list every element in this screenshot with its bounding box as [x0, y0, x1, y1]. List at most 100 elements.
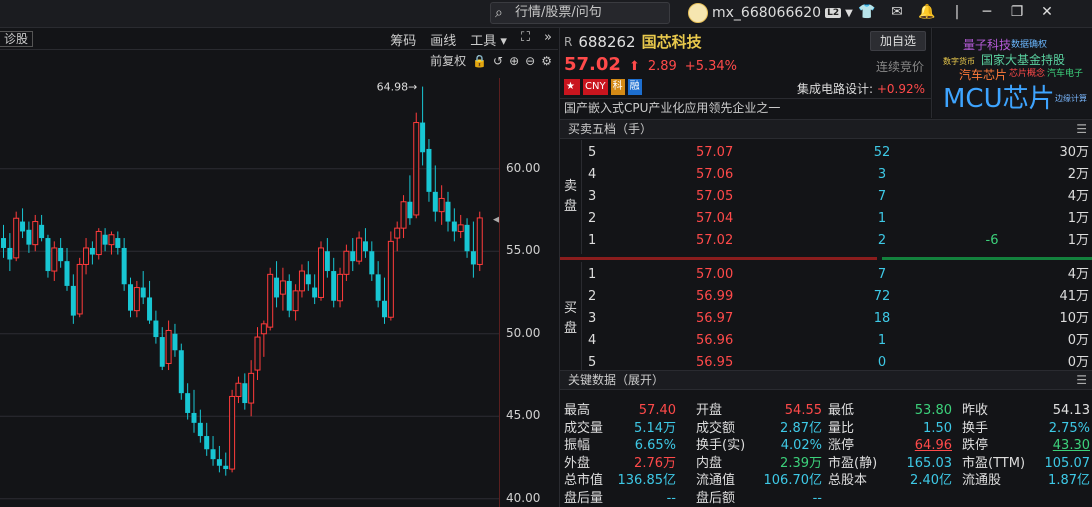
candle-body[interactable] [32, 221, 39, 246]
candle-body[interactable] [204, 436, 210, 450]
chips-button[interactable]: 筹码 [390, 30, 416, 49]
candle-body[interactable] [128, 284, 133, 311]
candle-body[interactable] [191, 412, 197, 423]
bid-row[interactable]: 2 56.99 72 41万 [582, 286, 1092, 308]
candle-body[interactable] [20, 221, 26, 232]
candle-body[interactable] [216, 459, 222, 466]
candle-body[interactable] [267, 273, 274, 328]
candle-body[interactable] [464, 224, 470, 252]
candle-body[interactable] [197, 422, 203, 437]
candle-body[interactable] [64, 261, 70, 286]
candle-body[interactable] [476, 217, 483, 265]
candle-body[interactable] [426, 148, 432, 192]
candle-body[interactable] [153, 320, 159, 338]
candle-body[interactable] [394, 227, 401, 239]
candle-body[interactable] [121, 247, 127, 285]
tools-button[interactable]: 工具 ▾ [470, 30, 507, 49]
bid-row[interactable]: 3 56.97 18 10万 [582, 308, 1092, 330]
candle-body[interactable] [70, 285, 76, 316]
ask-row[interactable]: 4 57.06 3 2万 [582, 164, 1092, 186]
concept-word-cloud[interactable]: 量子科技 数据确权 数字货币 国家大基金持股 汽车芯片 芯片概念 汽车电子 MC… [933, 28, 1092, 118]
candle-body[interactable] [185, 393, 191, 413]
candle-body[interactable] [350, 251, 356, 262]
lock-icon[interactable]: 🔒 [472, 54, 487, 68]
candle-body[interactable] [13, 217, 20, 259]
candle-body[interactable] [387, 240, 394, 318]
candle-body[interactable] [229, 395, 236, 470]
gear-icon[interactable]: ⚙ [541, 54, 552, 68]
mail-icon[interactable]: ✉ [882, 4, 912, 20]
collapse-icon[interactable]: » [544, 30, 552, 49]
candle-body[interactable] [159, 337, 165, 367]
candle-body[interactable] [337, 273, 344, 302]
candle-body[interactable] [407, 201, 413, 219]
ask-row[interactable]: 1 57.02 2 -6 1万 [582, 230, 1092, 252]
candle-body[interactable] [1, 238, 6, 248]
zoom-in-icon[interactable]: ⊕ [509, 54, 519, 68]
candle-body[interactable] [445, 201, 451, 222]
candle-body[interactable] [356, 237, 363, 262]
candle-body[interactable] [235, 382, 242, 397]
close-icon[interactable]: ✕ [1032, 4, 1062, 20]
user-menu[interactable]: mx_668066620 L2 ▼ [688, 3, 853, 23]
username[interactable]: mx_668066620 [712, 5, 821, 21]
undo-icon[interactable]: ↺ [493, 54, 503, 68]
candlestick-plot[interactable]: 64.98→◀ [0, 78, 500, 507]
candle-body[interactable] [140, 287, 146, 298]
candle-body[interactable] [83, 247, 90, 265]
menu-icon[interactable]: ☰ [1076, 120, 1087, 138]
candle-body[interactable] [331, 271, 337, 301]
ask-row[interactable]: 3 57.05 7 4万 [582, 186, 1092, 208]
candle-body[interactable] [102, 234, 108, 245]
zoom-out-icon[interactable]: ⊖ [525, 54, 535, 68]
stock-name[interactable]: 国芯科技 [642, 31, 702, 52]
candle-body[interactable] [420, 122, 426, 153]
candle-body[interactable] [147, 297, 153, 321]
candle-body[interactable] [451, 221, 457, 232]
candle-body[interactable] [58, 247, 64, 262]
candle-body[interactable] [178, 350, 184, 394]
candle-body[interactable] [286, 280, 292, 311]
candle-body[interactable] [362, 241, 368, 252]
candle-body[interactable] [254, 336, 261, 371]
sector-info[interactable]: 集成电路设计: +0.92% [797, 80, 925, 97]
candle-body[interactable] [279, 280, 286, 295]
fullscreen-icon[interactable]: ⛶ [521, 30, 530, 49]
concept-tag[interactable]: 数据确权 [1011, 37, 1047, 50]
candle-body[interactable] [210, 449, 216, 460]
candle-body[interactable] [413, 122, 420, 216]
concept-tag[interactable]: 边缘计算 [1055, 93, 1087, 104]
bell-icon[interactable]: 🔔 [912, 4, 942, 20]
candle-body[interactable] [438, 197, 445, 213]
candle-body[interactable] [318, 247, 324, 298]
keydata-title[interactable]: 关键数据（展开） [568, 373, 664, 387]
candle-body[interactable] [369, 251, 375, 275]
candle-body[interactable] [39, 224, 45, 239]
ask-row[interactable]: 2 57.04 1 1万 [582, 208, 1092, 230]
candle-body[interactable] [400, 201, 407, 229]
candle-body[interactable] [432, 191, 438, 212]
candle-body[interactable] [172, 333, 178, 351]
candle-body[interactable] [343, 250, 350, 275]
candle-body[interactable] [242, 383, 248, 404]
candle-body[interactable] [260, 323, 267, 335]
candle-body[interactable] [115, 238, 121, 248]
candle-body[interactable] [26, 229, 32, 245]
candle-body[interactable] [312, 287, 318, 298]
candle-body[interactable] [165, 329, 172, 364]
concept-tag[interactable]: MCU芯片 [943, 78, 1055, 115]
candle-body[interactable] [457, 224, 464, 232]
candle-body[interactable] [133, 287, 140, 312]
candle-body[interactable] [45, 238, 51, 272]
search-input[interactable]: ⌕ 行情/股票/问句 [490, 2, 670, 24]
bid-row[interactable]: 1 57.00 7 4万 [582, 264, 1092, 286]
candle-body[interactable] [89, 247, 95, 255]
candle-body[interactable] [324, 251, 330, 272]
draw-line-button[interactable]: 画线 [430, 30, 456, 49]
candle-body[interactable] [95, 230, 102, 256]
candle-body[interactable] [274, 277, 280, 298]
diagnose-stock-tab[interactable]: 诊股 [0, 31, 34, 47]
avatar[interactable] [688, 3, 708, 23]
candle-body[interactable] [76, 263, 83, 315]
ask-row[interactable]: 5 57.07 52 30万 [582, 142, 1092, 164]
